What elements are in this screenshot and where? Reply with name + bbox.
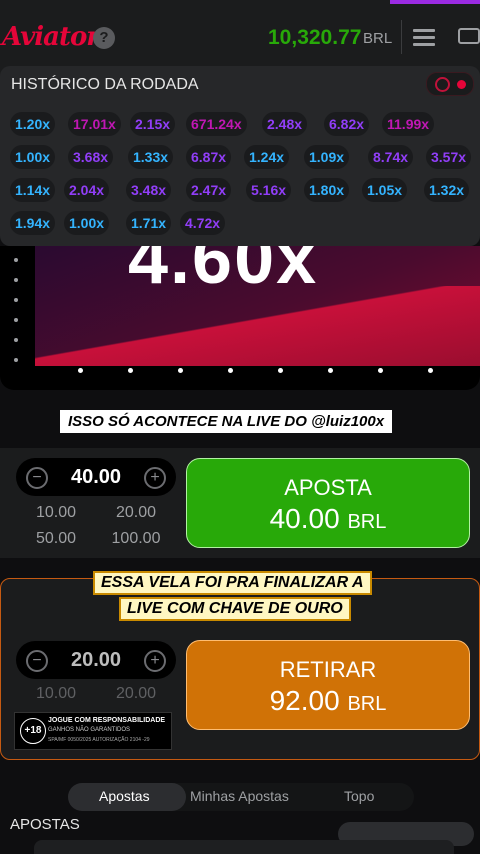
bets-tabs: Apostas Minhas Apostas Topo (68, 783, 414, 811)
game-stage: 4.60x (0, 246, 480, 390)
history-multiplier[interactable]: 1.80x (304, 178, 350, 202)
top-glow (390, 0, 480, 4)
top-bar: Aviator ? 10,320.77 BRL (0, 0, 480, 76)
history-multiplier[interactable]: 1.00x (10, 145, 56, 169)
history-multiplier[interactable]: 671.24x (186, 112, 247, 136)
plus-icon[interactable]: + (144, 650, 166, 672)
history-multiplier[interactable]: 1.09x (304, 145, 350, 169)
y-axis-dots (14, 250, 20, 370)
history-multiplier[interactable]: 5.16x (246, 178, 292, 202)
header-divider (401, 20, 402, 54)
menu-icon[interactable] (413, 29, 435, 46)
stream-banner: ISSO SÓ ACONTECE NA LIVE DO @luiz100x (60, 410, 393, 433)
help-button[interactable]: ? (93, 27, 115, 49)
quick-amount-50[interactable]: 50.00 (16, 530, 96, 548)
history-multiplier[interactable]: 2.47x (186, 178, 232, 202)
balance-value: 10,320.77 (268, 26, 362, 49)
history-multiplier[interactable]: 1.71x (126, 211, 172, 235)
quick-amount-10[interactable]: 10.00 (16, 504, 96, 522)
history-multiplier[interactable]: 1.24x (244, 145, 290, 169)
history-multiplier[interactable]: 3.57x (426, 145, 472, 169)
history-multiplier[interactable]: 17.01x (68, 112, 121, 136)
stream-caption-line-2: LIVE COM CHAVE DE OURO (119, 597, 351, 621)
cashout-button-label: RETIRAR (279, 657, 377, 682)
balance-currency: BRL (363, 30, 393, 47)
quick-amounts: 10.00 20.00 50.00 100.00 (16, 504, 176, 552)
history-multiplier[interactable]: 1.14x (10, 178, 56, 202)
clock-icon (435, 77, 450, 92)
plus-icon[interactable]: + (144, 467, 166, 489)
aviator-logo: Aviator (2, 22, 100, 52)
bet-button-amount: 40.00 BRL (269, 503, 387, 534)
tab-minhas-apostas[interactable]: Minhas Apostas (190, 788, 289, 804)
x-axis-dots (78, 368, 458, 374)
responsible-text-2: GANHOS NÃO GARANTIDOS (48, 727, 131, 733)
quick-amount-20[interactable]: 20.00 (96, 685, 176, 703)
history-multiplier[interactable]: 1.00x (64, 211, 110, 235)
section-title: APOSTAS (10, 816, 80, 833)
bet-amount-stepper[interactable]: − 40.00 + (16, 458, 176, 496)
tab-apostas[interactable]: Apostas (99, 788, 150, 804)
cashout-button-amount: 92.00 BRL (269, 685, 387, 716)
history-multiplier[interactable]: 3.68x (68, 145, 114, 169)
bets-list-header (34, 840, 454, 854)
history-multiplier[interactable]: 1.05x (362, 178, 408, 202)
history-multiplier[interactable]: 6.82x (324, 112, 370, 136)
responsible-gaming-badge: +18 JOGUE COM RESPONSABILIDADE GANHOS NÃ… (14, 712, 172, 750)
history-multiplier[interactable]: 2.48x (262, 112, 308, 136)
history-multiplier[interactable]: 1.33x (128, 145, 174, 169)
round-history-panel: HISTÓRICO DA RODADA 1.20x 17.01x 2.15x 671.… (0, 66, 480, 246)
bet-button-label: APOSTA (284, 475, 372, 500)
history-multiplier[interactable]: 2.04x (64, 178, 110, 202)
history-multiplier[interactable]: 1.20x (10, 112, 56, 136)
history-dot-icon (457, 80, 466, 89)
history-multiplier[interactable]: 4.72x (180, 211, 226, 235)
history-multiplier[interactable]: 6.87x (186, 145, 232, 169)
history-multiplier[interactable]: 3.48x (126, 178, 172, 202)
quick-amount-10[interactable]: 10.00 (16, 685, 96, 703)
stream-caption-line-1: ESSA VELA FOI PRA FINALIZAR A (93, 571, 372, 595)
quick-amount-20[interactable]: 20.00 (96, 504, 176, 522)
quick-amount-100[interactable]: 100.00 (96, 530, 176, 548)
chat-icon[interactable] (458, 28, 480, 44)
history-multiplier[interactable]: 2.15x (130, 112, 176, 136)
history-multiplier[interactable]: 1.94x (10, 211, 56, 235)
history-multiplier[interactable]: 8.74x (368, 145, 414, 169)
history-title: HISTÓRICO DA RODADA (11, 76, 199, 93)
history-toggle[interactable] (426, 72, 474, 96)
current-multiplier: 4.60x (128, 246, 319, 299)
bet-button[interactable]: APOSTA 40.00 BRL (186, 458, 470, 548)
bet-amount-stepper-2[interactable]: − 20.00 + (16, 641, 176, 679)
history-multiplier[interactable]: 11.99x (382, 112, 435, 136)
age-badge: +18 (20, 718, 46, 744)
cashout-button[interactable]: RETIRAR 92.00 BRL (186, 640, 470, 730)
responsible-text-1: JOGUE COM RESPONSABILIDADE (48, 717, 166, 724)
tab-topo[interactable]: Topo (344, 788, 374, 804)
responsible-text-3: SPA/MF 0050/2025 AUTORIZAÇÃO 2104 -29 (48, 737, 150, 743)
history-multiplier[interactable]: 1.32x (424, 178, 470, 202)
